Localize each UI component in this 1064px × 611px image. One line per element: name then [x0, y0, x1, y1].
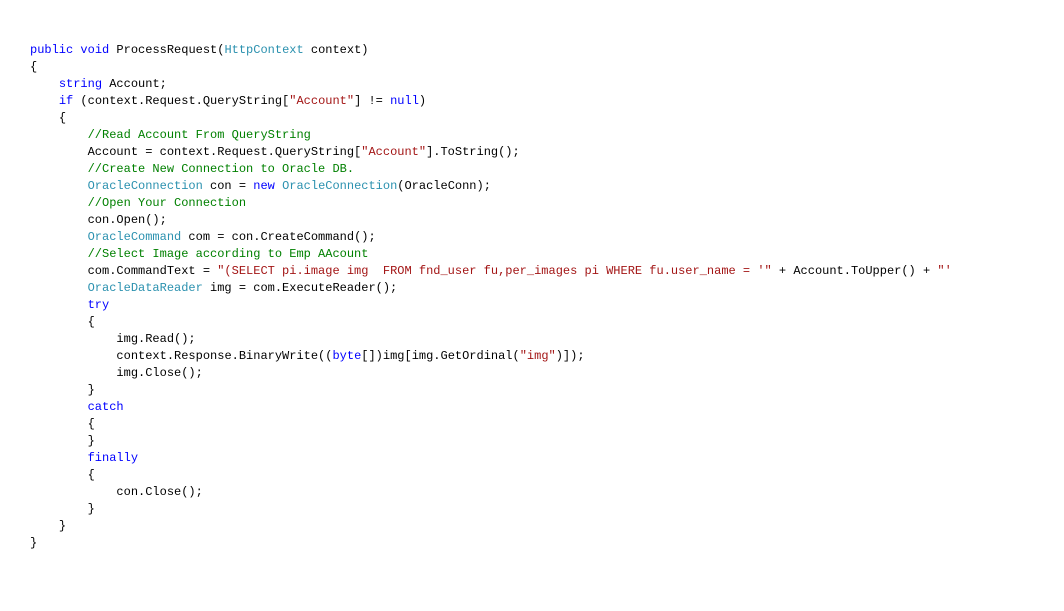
text-img-read: img.Read(); [116, 332, 195, 346]
brace-open: { [88, 468, 95, 482]
string-sql: "(SELECT pi.image img FROM fnd_user fu,p… [217, 264, 772, 278]
text: (context.Request.QueryString[ [73, 94, 289, 108]
brace-open: { [59, 111, 66, 125]
text: context.Response.BinaryWrite(( [116, 349, 332, 363]
brace-close: } [88, 502, 95, 516]
text [275, 179, 282, 193]
text: )]); [556, 349, 585, 363]
comment-create-conn: //Create New Connection to Oracle DB. [88, 162, 354, 176]
brace-open: { [88, 315, 95, 329]
keyword-byte: byte [332, 349, 361, 363]
text-con-close: con.Close(); [116, 485, 202, 499]
text: con = [203, 179, 253, 193]
keyword-try: try [88, 298, 110, 312]
type-httpcontext: HttpContext [224, 43, 303, 57]
text: img = com.ExecuteReader(); [203, 281, 397, 295]
keyword-catch: catch [88, 400, 124, 414]
text: com = con.CreateCommand(); [181, 230, 375, 244]
comment-open-conn: //Open Your Connection [88, 196, 246, 210]
string-quote: "' [937, 264, 951, 278]
text: + Account.ToUpper() + [772, 264, 938, 278]
keyword-if: if [59, 94, 73, 108]
comment-read-account: //Read Account From QueryString [88, 128, 311, 142]
string-account: "Account" [289, 94, 354, 108]
keyword-finally: finally [88, 451, 138, 465]
brace-open: { [30, 60, 37, 74]
type-oracleconnection: OracleConnection [88, 179, 203, 193]
text: ) [419, 94, 426, 108]
keyword-string: string [59, 77, 102, 91]
string-img: "img" [520, 349, 556, 363]
string-account: "Account" [361, 145, 426, 159]
text: Account = context.Request.QueryString[ [88, 145, 362, 159]
text: ] != [354, 94, 390, 108]
comment-select-image: //Select Image according to Emp AAcount [88, 247, 369, 261]
keyword-public: public [30, 43, 73, 57]
code-block: public void ProcessRequest(HttpContext c… [30, 42, 1034, 552]
keyword-null: null [390, 94, 419, 108]
var-account: Account; [102, 77, 167, 91]
text-img-close: img.Close(); [116, 366, 202, 380]
text: ].ToString(); [426, 145, 520, 159]
text-con-open: con.Open(); [88, 213, 167, 227]
keyword-void: void [80, 43, 109, 57]
brace-close: } [30, 536, 37, 550]
type-oraclecommand: OracleCommand [88, 230, 182, 244]
brace-close: } [59, 519, 66, 533]
text: [])img[img.GetOrdinal( [361, 349, 519, 363]
brace-open: { [88, 417, 95, 431]
type-oracleconnection: OracleConnection [282, 179, 397, 193]
param: context) [304, 43, 369, 57]
text: com.CommandText = [88, 264, 218, 278]
brace-close: } [88, 383, 95, 397]
type-oracledatareader: OracleDataReader [88, 281, 203, 295]
brace-close: } [88, 434, 95, 448]
method-name: ProcessRequest( [109, 43, 224, 57]
text: (OracleConn); [397, 179, 491, 193]
keyword-new: new [253, 179, 275, 193]
